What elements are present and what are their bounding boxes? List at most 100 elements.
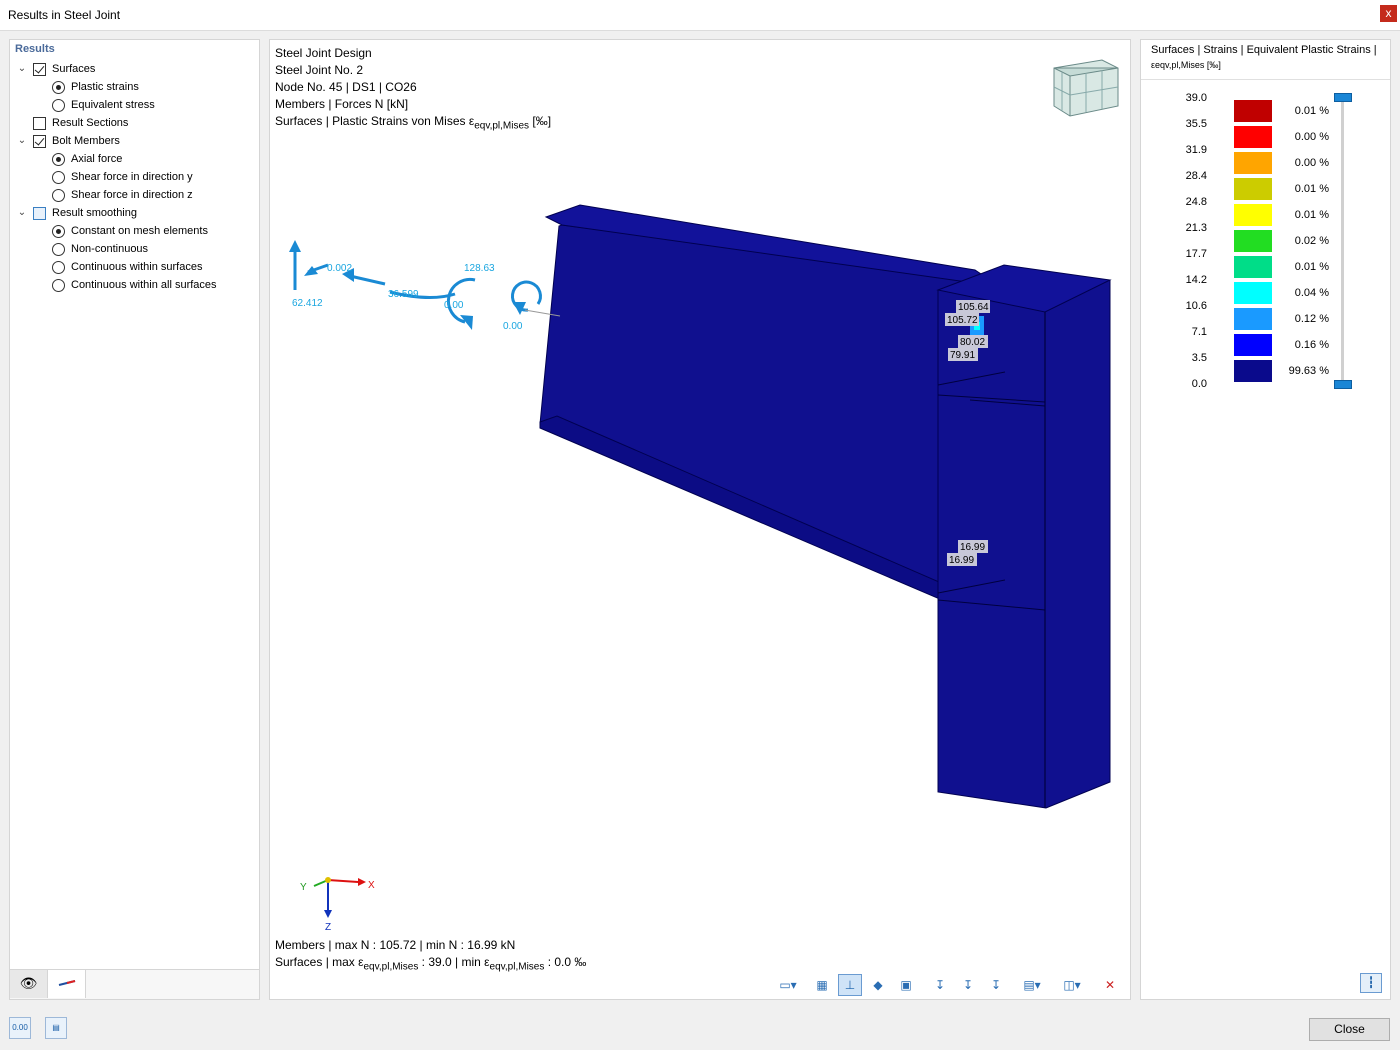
tree-item[interactable]: Equivalent stress [52, 96, 155, 114]
radio-button[interactable] [52, 224, 65, 238]
tree-item-label: Bolt Members [52, 135, 120, 147]
load-label: 36.599 [388, 289, 419, 300]
radio-button[interactable] [52, 170, 65, 184]
legend-subtitle: εeqv,pl,Mises [‰] [1151, 60, 1221, 70]
tree-item[interactable]: Shear force in direction z [52, 186, 193, 204]
radio-button[interactable] [52, 80, 65, 94]
tree-item-label: Continuous within surfaces [71, 261, 203, 273]
checkbox[interactable] [33, 62, 46, 76]
title-bar: Results in Steel Joint x [0, 0, 1400, 31]
legend-percentage: 0.01 % [1294, 261, 1329, 273]
tree-item[interactable]: Axial force [52, 150, 122, 168]
tree-item[interactable]: Constant on mesh elements [52, 222, 208, 240]
view-cube-icon[interactable] [1053, 59, 1119, 117]
load-value-labels: 0.002 62.412 36.599 0.00 128.63 0.00 [292, 263, 523, 332]
radio-button[interactable] [52, 98, 65, 112]
bolt-result-label: 79.91 [950, 350, 975, 361]
legend-slider-max-handle[interactable] [1334, 93, 1352, 102]
legend-divider [1141, 79, 1390, 80]
tree-item[interactable]: ⌄ Surfaces [16, 60, 95, 78]
checkbox[interactable] [33, 206, 46, 220]
color-legend: Surfaces | Strains | Equivalent Plastic … [1140, 39, 1391, 1000]
legend-settings-icon[interactable]: ┇ [1360, 973, 1382, 993]
tree-item-label: Result smoothing [52, 207, 137, 219]
legend-value: 17.7 [1185, 248, 1207, 260]
legend-value: 24.8 [1185, 196, 1207, 208]
display-mode-dropdown-icon[interactable]: ▭▾ [770, 974, 806, 996]
deformation-icon[interactable]: ◆ [866, 974, 890, 996]
graphics-viewport[interactable]: Steel Joint Design Steel Joint No. 2 Nod… [269, 39, 1131, 1000]
iso-view-dropdown-icon[interactable]: ◫▾ [1054, 974, 1090, 996]
legend-color-swatch [1233, 333, 1273, 357]
tab-results-icon[interactable] [48, 970, 86, 998]
legend-percentage: 0.00 % [1294, 131, 1329, 143]
tree-item-label: Constant on mesh elements [71, 225, 208, 237]
tree-item-label: Shear force in direction z [71, 189, 193, 201]
bolt-result-label: 105.72 [947, 315, 978, 326]
bolt-result-label: 105.64 [958, 302, 989, 313]
radio-button[interactable] [52, 278, 65, 292]
view-z-icon[interactable]: ↧ [984, 974, 1008, 996]
x-axis-label: X [368, 880, 375, 891]
legend-color-swatch [1233, 177, 1273, 201]
tree-item-label: Result Sections [52, 117, 129, 129]
tree-item[interactable]: Non-continuous [52, 240, 148, 258]
tree-item[interactable]: Continuous within surfaces [52, 258, 202, 276]
radio-button[interactable] [52, 188, 65, 202]
window-title: Results in Steel Joint [8, 8, 121, 22]
legend-value: 7.1 [1191, 326, 1207, 338]
load-label: 0.00 [444, 300, 464, 311]
radio-button[interactable] [52, 152, 65, 166]
chevron-down-icon[interactable]: ⌄ [16, 207, 28, 219]
legend-color-swatch [1233, 99, 1273, 123]
tab-display-eye-icon[interactable]: 👁 [10, 970, 48, 998]
show-results-icon[interactable]: ⊥ [838, 974, 862, 996]
load-label: 128.63 [464, 263, 495, 274]
tree-item[interactable]: Plastic strains [52, 78, 139, 96]
view-minus-y-icon[interactable]: ↧ [956, 974, 980, 996]
view-x-icon[interactable]: ↧ [928, 974, 952, 996]
chevron-down-icon[interactable]: ⌄ [16, 63, 28, 75]
radio-button[interactable] [52, 260, 65, 274]
model-scene: 105.64 105.72 80.02 79.91 16.99 16.99 0.… [289, 59, 1119, 933]
legend-range-slider[interactable] [1341, 98, 1344, 386]
tree-item[interactable]: ⌄ Result smoothing [16, 204, 137, 222]
diagram-icon[interactable]: ▣ [894, 974, 918, 996]
tree-item-label: Axial force [71, 153, 123, 165]
legend-color-swatch [1233, 359, 1273, 383]
tree-item[interactable]: Shear force in direction y [52, 168, 193, 186]
reset-view-icon[interactable]: ✕ [1098, 974, 1122, 996]
numbers-icon[interactable]: 0.00 [9, 1017, 31, 1039]
legend-percentage: 0.01 % [1294, 183, 1329, 195]
checkbox[interactable] [33, 116, 46, 130]
tree-item[interactable]: Continuous within all surfaces [52, 276, 217, 294]
mesh-icon[interactable]: ▦ [810, 974, 834, 996]
close-button[interactable]: Close [1309, 1018, 1390, 1041]
layers-dropdown-icon[interactable]: ▤▾ [1014, 974, 1050, 996]
footer-members: Members | max N : 105.72 | min N : 16.99… [275, 938, 516, 952]
legend-title: Surfaces | Strains | Equivalent Plastic … [1151, 44, 1377, 56]
legend-value: 28.4 [1185, 170, 1207, 182]
legend-percentage: 0.04 % [1294, 287, 1329, 299]
chevron-down-icon[interactable]: ⌄ [16, 135, 28, 147]
legend-slider-min-handle[interactable] [1334, 380, 1352, 389]
checkbox[interactable] [33, 134, 46, 148]
legend-color-swatch [1233, 255, 1273, 279]
axis-triad-icon: X Y Z [300, 877, 375, 933]
steel-beam[interactable] [539, 204, 989, 601]
results-navigator: Results ⌄ Surfaces Plastic strains Equivale… [9, 39, 260, 1000]
legend-value: 39.0 [1185, 92, 1207, 104]
legend-color-swatch [1233, 307, 1273, 331]
tree-header: Results [15, 43, 55, 55]
tree-item[interactable]: Result Sections [16, 114, 128, 132]
tree-item[interactable]: ⌄ Bolt Members [16, 132, 120, 150]
close-icon[interactable]: x [1380, 5, 1397, 22]
print-report-icon[interactable]: ▤ [45, 1017, 67, 1039]
load-arrows [289, 240, 561, 330]
radio-button[interactable] [52, 242, 65, 256]
load-label: 0.002 [327, 263, 352, 274]
legend-value: 3.5 [1191, 352, 1207, 364]
tree-item-label: Equivalent stress [71, 99, 155, 111]
legend-color-swatch [1233, 281, 1273, 305]
